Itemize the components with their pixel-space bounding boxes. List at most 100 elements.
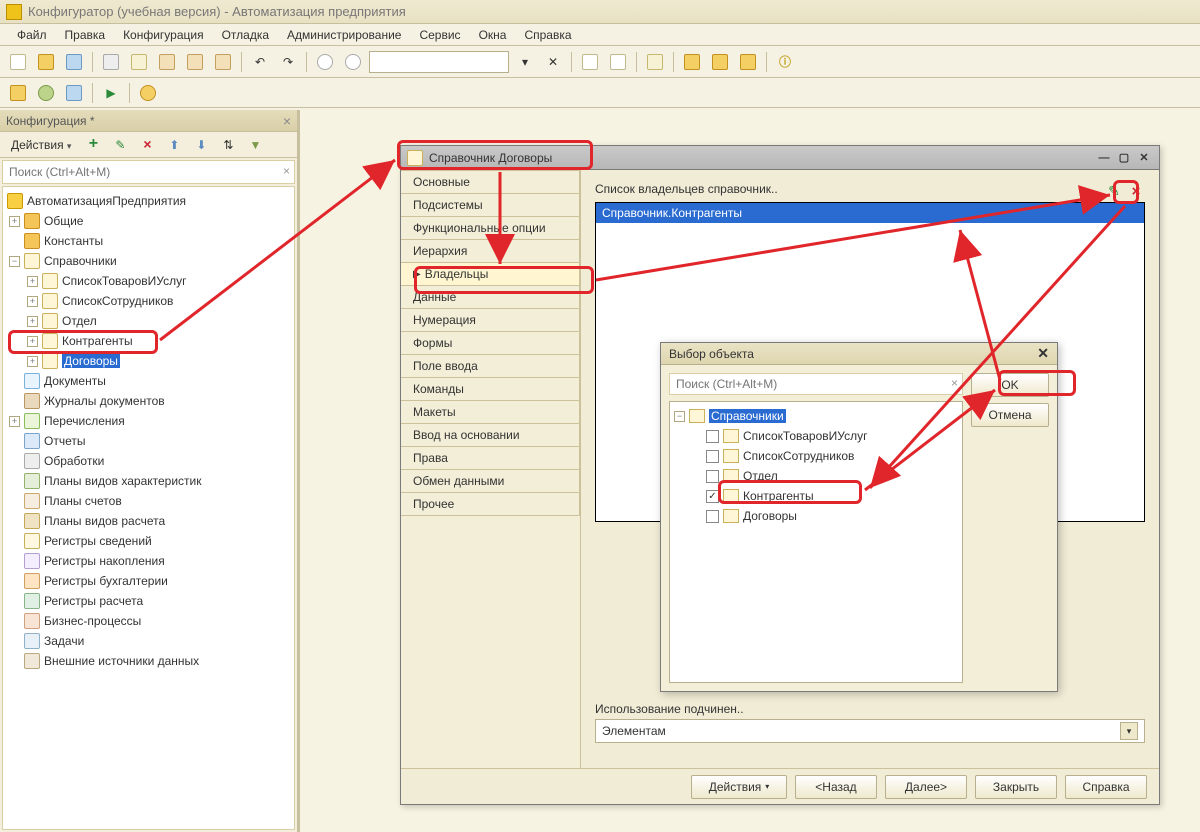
config-filter-clear-icon[interactable]: ×	[283, 164, 290, 178]
popup-item-goods[interactable]: СписокТоваровИУслуг	[672, 426, 960, 446]
tree-catalogs[interactable]: Справочники	[3, 251, 294, 271]
toolbar-search[interactable]	[369, 51, 509, 73]
popup-cancel-button[interactable]: Отмена	[971, 403, 1049, 427]
tree-bp[interactable]: Бизнес-процессы	[3, 611, 294, 631]
tree-processings[interactable]: Обработки	[3, 451, 294, 471]
tree-external[interactable]: Внешние источники данных	[3, 651, 294, 671]
panel-sort-icon[interactable]: ⇅	[216, 133, 240, 157]
tree-plans-char[interactable]: Планы видов характеристик	[3, 471, 294, 491]
menu-administration[interactable]: Администрирование	[280, 26, 408, 44]
popup-root[interactable]: Справочники	[672, 406, 960, 426]
tb-deco2[interactable]	[708, 50, 732, 74]
popup-search-box[interactable]: ×	[669, 373, 963, 395]
tb-paste2[interactable]	[183, 50, 207, 74]
panel-up-icon[interactable]: ⬆	[162, 133, 186, 157]
tab-commands[interactable]: Команды	[401, 377, 580, 401]
tb2-play[interactable]: ▶	[99, 81, 123, 105]
tree-common[interactable]: Общие	[3, 211, 294, 231]
tb-undo[interactable]: ↶	[248, 50, 272, 74]
menu-windows[interactable]: Окна	[472, 26, 514, 44]
menu-edit[interactable]: Правка	[58, 26, 113, 44]
popup-item-dept[interactable]: Отдел	[672, 466, 960, 486]
panel-add-icon[interactable]: +	[81, 133, 105, 157]
usage-select[interactable]: Элементам ▾	[595, 719, 1145, 743]
tb-paste3[interactable]	[211, 50, 235, 74]
tree-reports[interactable]: Отчеты	[3, 431, 294, 451]
popup-tree[interactable]: Справочники СписокТоваровИУслуг СписокСо…	[669, 401, 963, 683]
config-panel-close-icon[interactable]: ×	[283, 113, 291, 129]
footer-close-button[interactable]: Закрыть	[975, 775, 1057, 799]
tree-plans-calc[interactable]: Планы видов расчета	[3, 511, 294, 531]
popup-ok-button[interactable]: OK	[971, 373, 1049, 397]
tb-search-clear[interactable]: ✕	[541, 50, 565, 74]
tree-catalog-contragents[interactable]: Контрагенты	[3, 331, 294, 351]
tree-plans-accounts[interactable]: Планы счетов	[3, 491, 294, 511]
owners-edit-icon[interactable]: ✎	[1105, 182, 1123, 200]
tab-exchange[interactable]: Обмен данными	[401, 469, 580, 493]
tab-owners[interactable]: ▶Владельцы	[401, 262, 580, 286]
tb2-upd[interactable]	[62, 81, 86, 105]
tb2-db[interactable]	[34, 81, 58, 105]
tb-cut[interactable]	[99, 50, 123, 74]
tree-catalog-contracts[interactable]: Договоры	[3, 351, 294, 371]
config-filter-box[interactable]: ×	[2, 160, 295, 184]
popup-close-icon[interactable]: ✕	[1037, 345, 1049, 362]
menu-service[interactable]: Сервис	[412, 26, 467, 44]
tree-documents[interactable]: Документы	[3, 371, 294, 391]
tb-misc3[interactable]	[643, 50, 667, 74]
popup-search-clear-icon[interactable]: ×	[951, 376, 958, 390]
tree-tasks[interactable]: Задачи	[3, 631, 294, 651]
tab-main[interactable]: Основные	[401, 170, 580, 194]
tb-redo[interactable]: ↷	[276, 50, 300, 74]
tb-new[interactable]	[6, 50, 30, 74]
tree-catalog-dept[interactable]: Отдел	[3, 311, 294, 331]
tab-forms[interactable]: Формы	[401, 331, 580, 355]
panel-filter-icon[interactable]: ▼	[243, 133, 267, 157]
tb-find-icon[interactable]	[313, 50, 337, 74]
tb-zoom-icon[interactable]	[341, 50, 365, 74]
tab-hierarchy[interactable]: Иерархия	[401, 239, 580, 263]
tb-deco1[interactable]	[680, 50, 704, 74]
dropdown-icon[interactable]: ▾	[1120, 722, 1138, 740]
checkbox-checked[interactable]	[706, 490, 719, 503]
popup-item-contracts[interactable]: Договоры	[672, 506, 960, 526]
footer-back-button[interactable]: <Назад	[795, 775, 877, 799]
tree-reg-calc[interactable]: Регистры расчета	[3, 591, 294, 611]
popup-item-employees[interactable]: СписокСотрудников	[672, 446, 960, 466]
tb-deco3[interactable]	[736, 50, 760, 74]
footer-next-button[interactable]: Далее>	[885, 775, 967, 799]
checkbox[interactable]	[706, 510, 719, 523]
tb-search-dd[interactable]: ▾	[513, 50, 537, 74]
tb2-cfg[interactable]	[6, 81, 30, 105]
window-maximize-icon[interactable]: ▢	[1115, 150, 1133, 166]
panel-down-icon[interactable]: ⬇	[189, 133, 213, 157]
tb2-play2[interactable]	[136, 81, 160, 105]
popup-title-bar[interactable]: Выбор объекта ✕	[661, 343, 1057, 365]
tb-open[interactable]	[34, 50, 58, 74]
panel-delete-icon[interactable]: ×	[135, 133, 159, 157]
footer-help-button[interactable]: Справка	[1065, 775, 1147, 799]
tree-reg-buh[interactable]: Регистры бухгалтерии	[3, 571, 294, 591]
config-filter-input[interactable]	[3, 161, 294, 183]
popup-item-contragents[interactable]: Контрагенты	[672, 486, 960, 506]
popup-search-input[interactable]	[670, 374, 962, 394]
tree-root[interactable]: АвтоматизацияПредприятия	[3, 191, 294, 211]
tb-save[interactable]	[62, 50, 86, 74]
owners-delete-icon[interactable]: ×	[1127, 182, 1145, 200]
tb-misc1[interactable]	[578, 50, 602, 74]
tab-data[interactable]: Данные	[401, 285, 580, 309]
tab-basedon[interactable]: Ввод на основании	[401, 423, 580, 447]
tree-constants[interactable]: Константы	[3, 231, 294, 251]
tree-catalog-goods[interactable]: СписокТоваровИУслуг	[3, 271, 294, 291]
tb-misc2[interactable]	[606, 50, 630, 74]
checkbox[interactable]	[706, 450, 719, 463]
tb-copy[interactable]	[127, 50, 151, 74]
menu-configuration[interactable]: Конфигурация	[116, 26, 211, 44]
tree-reg-accum[interactable]: Регистры накопления	[3, 551, 294, 571]
window-minimize-icon[interactable]: —	[1095, 150, 1113, 166]
tab-layouts[interactable]: Макеты	[401, 400, 580, 424]
owners-list-row[interactable]: Справочник.Контрагенты	[596, 203, 1144, 223]
tab-subsystems[interactable]: Подсистемы	[401, 193, 580, 217]
checkbox[interactable]	[706, 430, 719, 443]
config-tree[interactable]: АвтоматизацияПредприятия Общие Константы…	[2, 186, 295, 830]
